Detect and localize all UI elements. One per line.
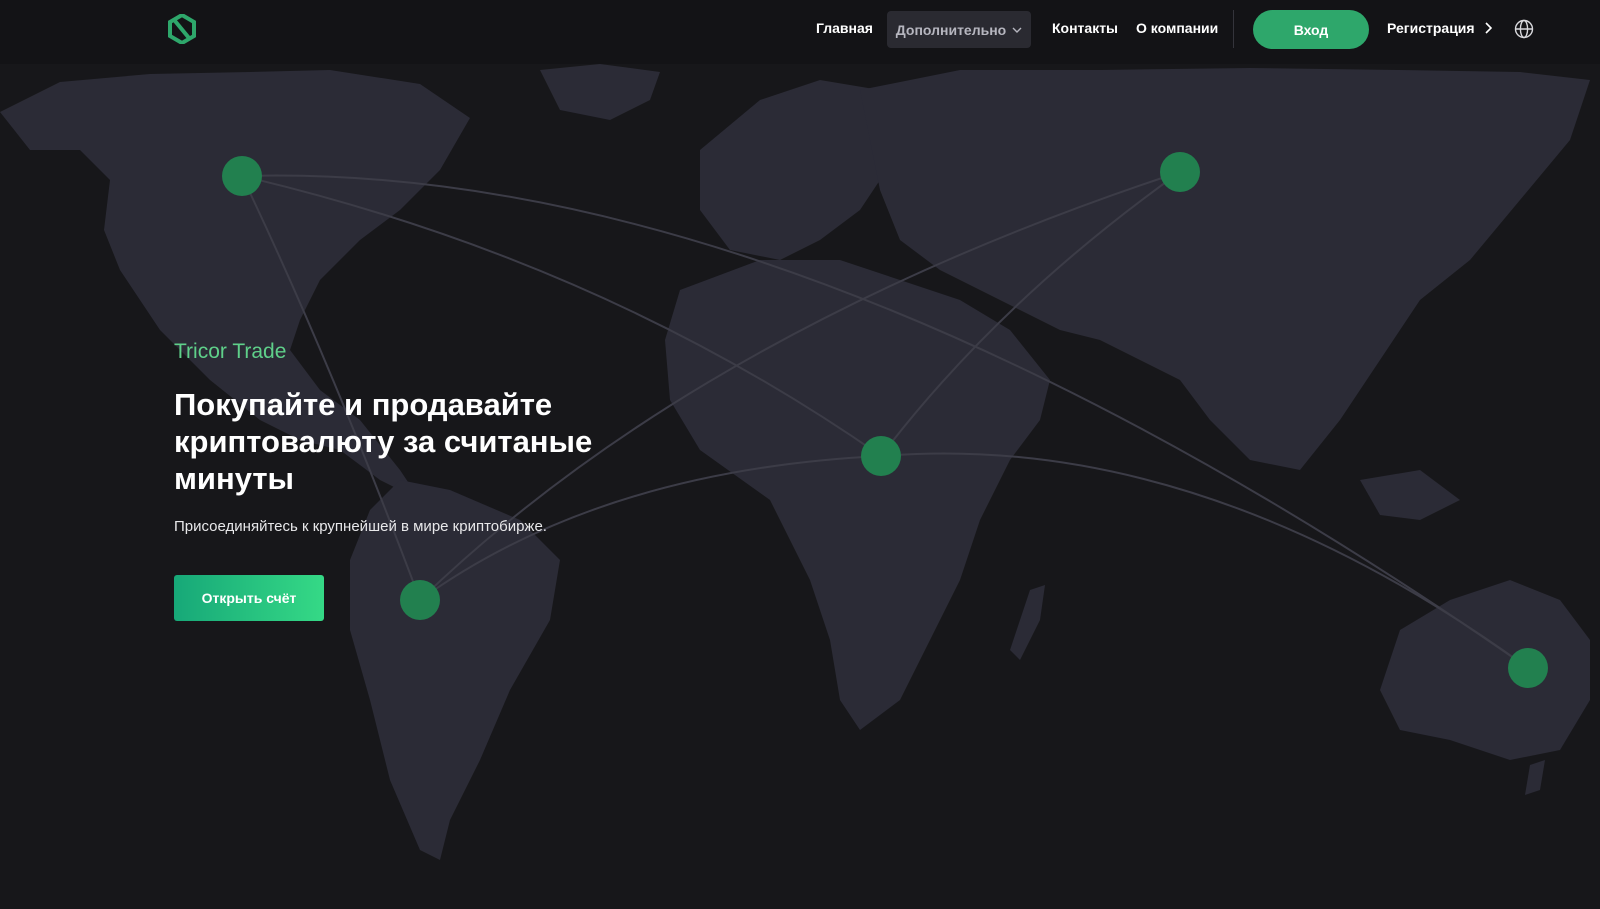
brand-name: Tricor Trade [174, 340, 287, 363]
map-node-australia [1508, 648, 1548, 688]
map-node-asia [1160, 152, 1200, 192]
map-node-south-america [400, 580, 440, 620]
chevron-down-icon [1012, 27, 1022, 33]
globe-icon[interactable] [1514, 19, 1534, 39]
nav-divider [1233, 10, 1234, 48]
map-node-africa [861, 436, 901, 476]
map-node-north-america [222, 156, 262, 196]
nav-more-dropdown[interactable]: Дополнительно [887, 11, 1031, 48]
chevron-right-icon [1485, 22, 1492, 34]
hero-headline: Покупайте и продавайте криптовалюту за с… [174, 387, 593, 496]
register-link[interactable]: Регистрация [1387, 20, 1492, 36]
top-nav-bar: Главная Дополнительно Контакты О компани… [0, 0, 1600, 64]
login-button[interactable]: Вход [1253, 10, 1369, 49]
hero-subtitle: Присоединяйтесь к крупнейшей в мире крип… [174, 518, 547, 535]
hexagon-logo-icon[interactable] [168, 14, 196, 44]
nav-about[interactable]: О компании [1136, 20, 1218, 36]
nav-contacts[interactable]: Контакты [1052, 20, 1118, 36]
register-label: Регистрация [1387, 20, 1475, 36]
nav-more-label: Дополнительно [895, 21, 1007, 38]
nav-home[interactable]: Главная [816, 20, 873, 36]
open-account-button[interactable]: Открыть счёт [174, 575, 324, 621]
